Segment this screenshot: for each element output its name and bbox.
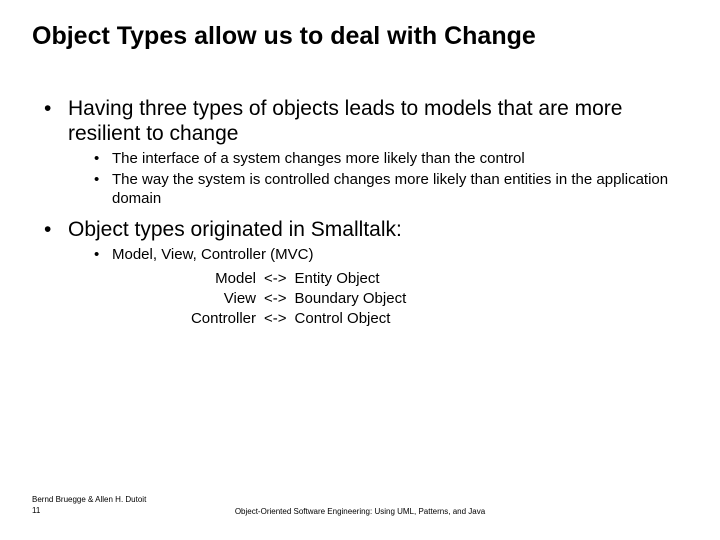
bullet-text: Object types originated in Smalltalk: (68, 218, 402, 241)
mvc-left: Model (166, 269, 260, 289)
mvc-row: Model <-> Entity Object (166, 269, 410, 289)
sub-bullet-list: Model, View, Controller (MVC) Model <-> … (94, 246, 680, 330)
mvc-arrow: <-> (260, 309, 291, 329)
mvc-left: Controller (166, 309, 260, 329)
mvc-left: View (166, 289, 260, 309)
sub-bullet-text: Model, View, Controller (MVC) (112, 246, 313, 263)
sub-bullet-item: The way the system is controlled changes… (94, 171, 680, 209)
slide: Object Types allow us to deal with Chang… (0, 0, 720, 540)
sub-bullet-text: The interface of a system changes more l… (112, 150, 525, 167)
mvc-right: Entity Object (291, 269, 411, 289)
sub-bullet-text: The way the system is controlled changes… (112, 171, 668, 207)
mvc-right: Control Object (291, 309, 411, 329)
mvc-arrow: <-> (260, 289, 291, 309)
slide-title: Object Types allow us to deal with Chang… (32, 22, 688, 51)
slide-body: Having three types of objects leads to m… (40, 96, 680, 337)
mvc-mapping: Model <-> Entity Object View <-> Boundar… (112, 269, 680, 330)
sub-bullet-item: The interface of a system changes more l… (94, 150, 680, 169)
sub-bullet-list: The interface of a system changes more l… (94, 150, 680, 208)
mvc-arrow: <-> (260, 269, 291, 289)
footer-authors: Bernd Bruegge & Allen H. Dutoit (32, 495, 146, 504)
bullet-list: Having three types of objects leads to m… (40, 96, 680, 329)
sub-bullet-item: Model, View, Controller (MVC) Model <-> … (94, 246, 680, 330)
mvc-row: View <-> Boundary Object (166, 289, 410, 309)
bullet-text: Having three types of objects leads to m… (68, 97, 622, 145)
mvc-row: Controller <-> Control Object (166, 309, 410, 329)
mvc-table: Model <-> Entity Object View <-> Boundar… (166, 269, 410, 330)
bullet-item: Having three types of objects leads to m… (40, 96, 680, 209)
footer-center: Object-Oriented Software Engineering: Us… (0, 507, 720, 516)
mvc-right: Boundary Object (291, 289, 411, 309)
bullet-item: Object types originated in Smalltalk: Mo… (40, 217, 680, 330)
